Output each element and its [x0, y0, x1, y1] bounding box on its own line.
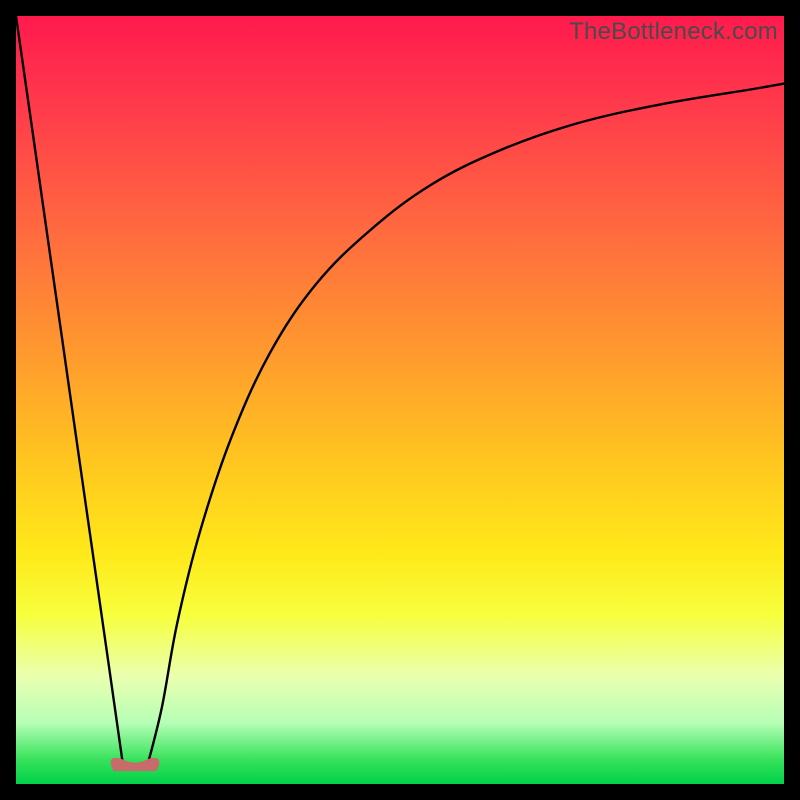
- plot-area: TheBottleneck.com: [16, 16, 784, 784]
- watermark-text: TheBottleneck.com: [569, 18, 778, 46]
- right-curve: [147, 84, 784, 769]
- minimum-marker: [111, 758, 159, 770]
- left-line: [16, 16, 124, 769]
- chart-frame: TheBottleneck.com: [16, 16, 784, 784]
- curve-layer: [16, 16, 784, 784]
